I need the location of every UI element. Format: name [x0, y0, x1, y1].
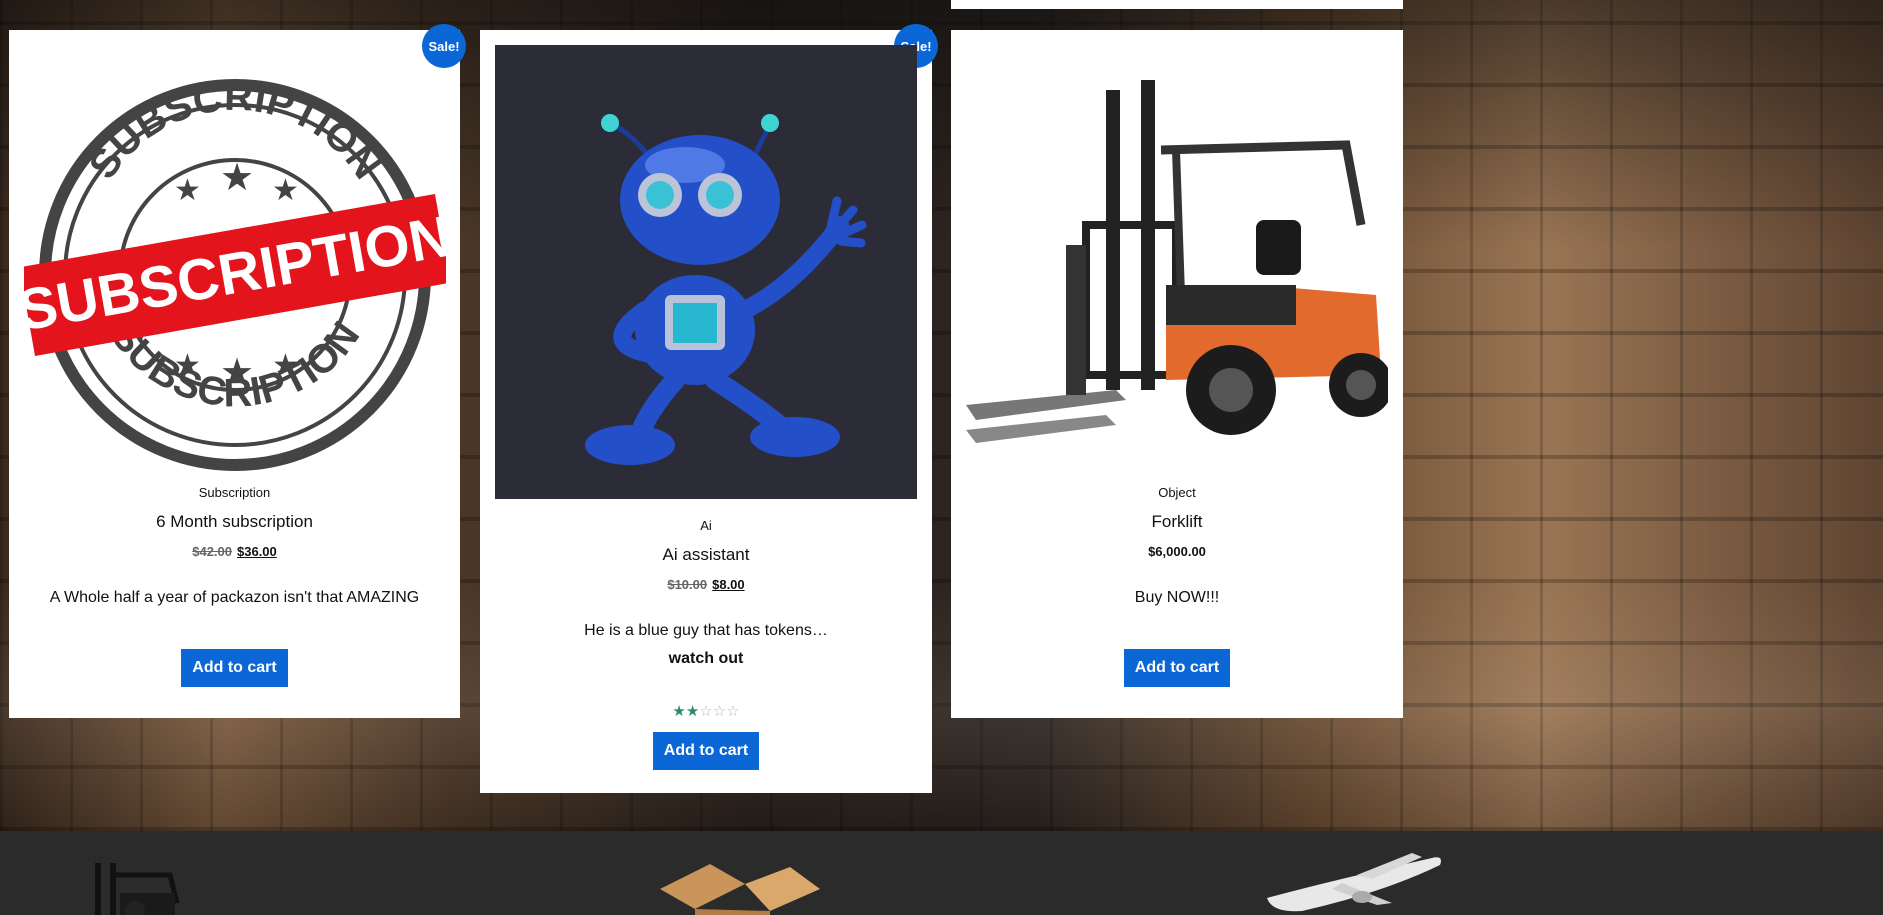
card-top-edge: [951, 0, 1403, 9]
product-description: Buy NOW!!!: [1134, 589, 1220, 606]
star-rating: ★★☆☆☆: [480, 702, 932, 720]
star-empty-icon: ☆: [699, 703, 713, 720]
product-title[interactable]: Ai assistant: [480, 545, 932, 565]
product-price: $10.00 $8.00: [480, 577, 932, 592]
original-price: $10.00: [667, 577, 708, 592]
blue-robot-image[interactable]: [495, 45, 917, 499]
regular-price: $6,000.00: [1148, 544, 1206, 559]
svg-text:★: ★: [174, 173, 201, 208]
svg-text:★: ★: [272, 348, 299, 383]
product-card-ai-assistant: Sale! Ai Ai assistant $10.00$8.00: [480, 24, 938, 793]
forklift-icon: [95, 863, 180, 915]
product-card-forklift: Object Forklift $6,000.00 Buy NOW!!! Add…: [951, 30, 1403, 718]
product-description-bold: watch out: [668, 650, 744, 667]
product-category[interactable]: Ai: [480, 518, 932, 533]
svg-text:★: ★: [220, 155, 254, 199]
star-empty-icon: ☆: [726, 703, 740, 720]
star-filled-icon: ★: [685, 703, 700, 720]
original-price: $42.00: [192, 544, 232, 559]
sale-price: $36.00: [237, 544, 277, 559]
airplane-icon: [1267, 853, 1441, 912]
add-to-cart-button[interactable]: Add to cart: [181, 649, 288, 687]
product-title[interactable]: Forklift: [951, 512, 1403, 532]
svg-text:★: ★: [220, 350, 254, 394]
footer-icons-bar: [0, 831, 1883, 915]
forklift-image[interactable]: [966, 45, 1388, 485]
svg-text:★: ★: [272, 173, 299, 208]
product-price: $6,000.00: [951, 544, 1403, 559]
add-to-cart-button[interactable]: Add to cart: [652, 732, 760, 770]
svg-text:SUBSCRIPTION: SUBSCRIPTION: [24, 203, 446, 343]
product-category[interactable]: Subscription: [9, 485, 460, 500]
product-description: A Whole half a year of packazon isn't th…: [49, 589, 420, 606]
star-filled-icon: ★: [672, 703, 686, 720]
product-price: $42.00 $36.00: [9, 544, 460, 559]
star-empty-icon: ☆: [712, 703, 727, 720]
product-title[interactable]: 6 Month subscription: [9, 512, 460, 532]
sale-price: $8.00: [712, 577, 745, 592]
box-icon: [660, 864, 820, 915]
add-to-cart-button[interactable]: Add to cart: [1123, 649, 1231, 687]
product-category[interactable]: Object: [951, 485, 1403, 500]
product-description: He is a blue guy that has tokens…: [584, 622, 828, 639]
subscription-stamp-image[interactable]: SUBSCRIPTION SUBSCRIPTION ★ ★ ★ ★ ★ ★ SU…: [24, 45, 446, 485]
product-card-subscription: Sale! SUBSCRIPTION SUBSCRIPTION ★ ★ ★ ★ …: [9, 24, 466, 718]
svg-text:★: ★: [174, 348, 201, 383]
